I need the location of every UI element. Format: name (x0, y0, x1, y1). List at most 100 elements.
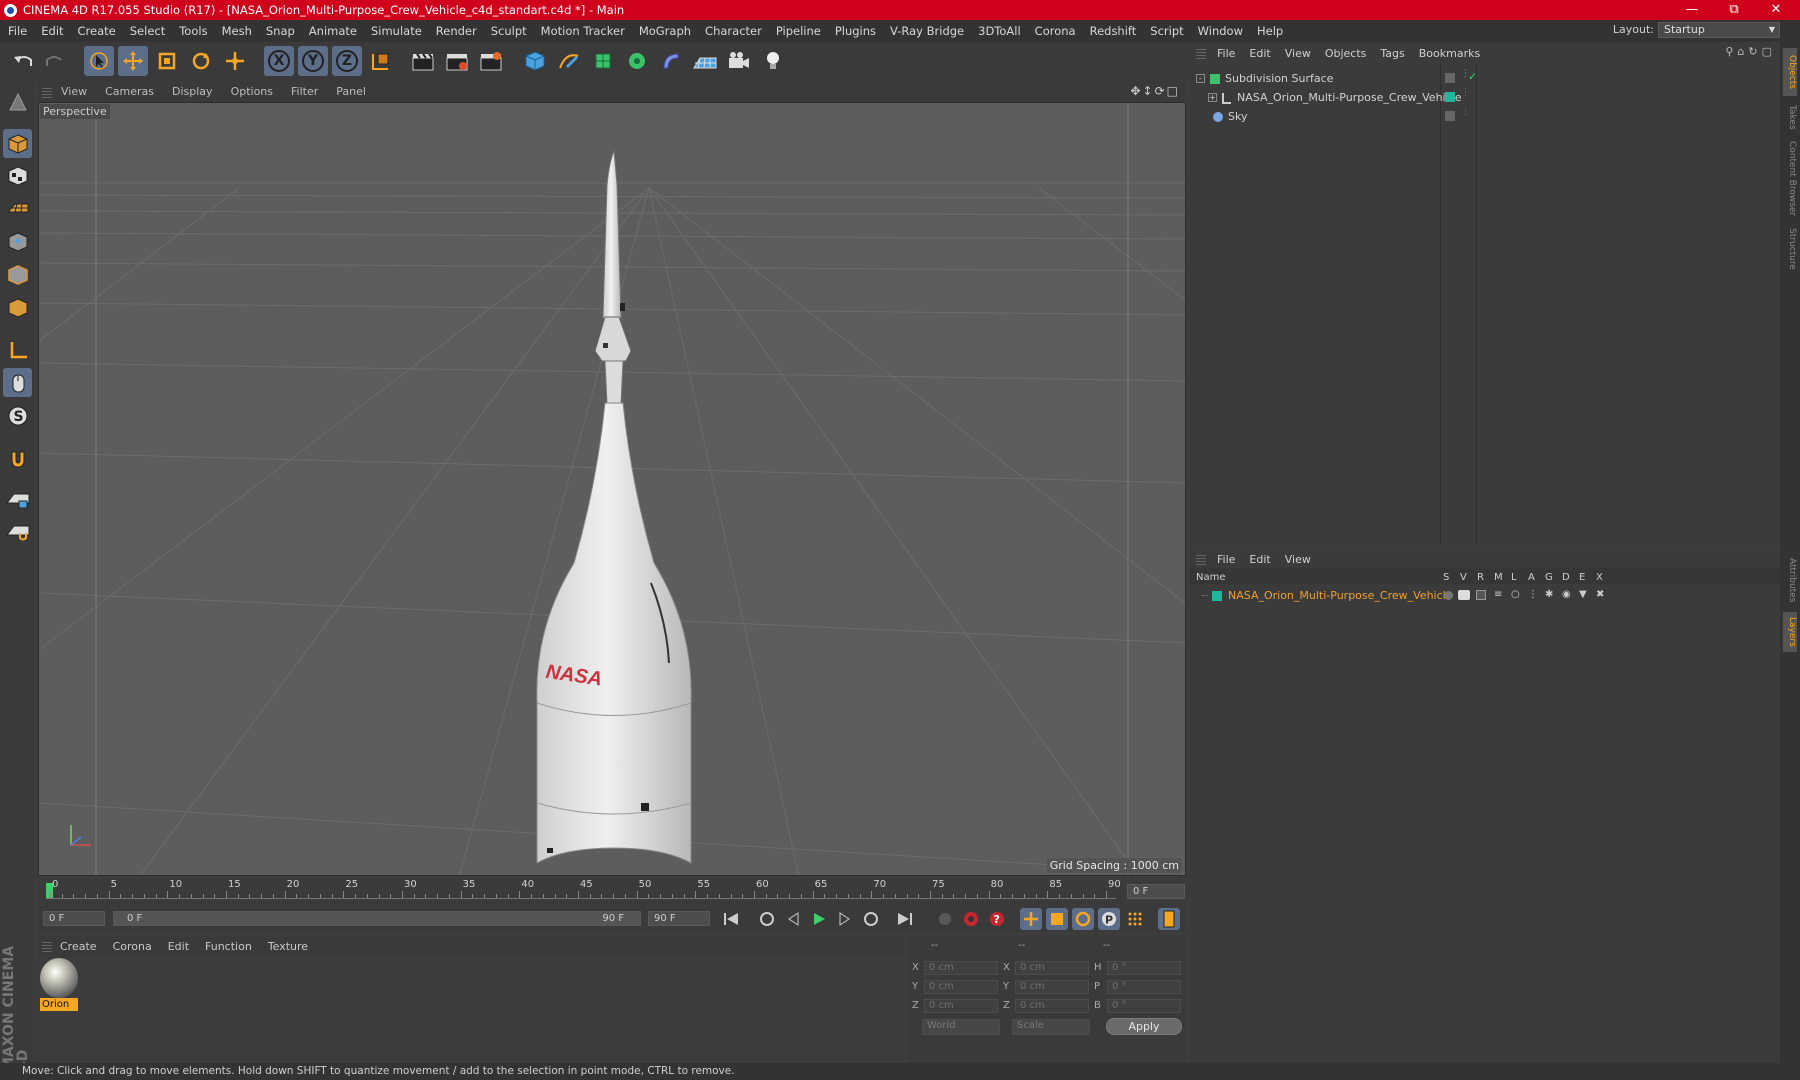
viewport-menu-display[interactable]: Display (163, 85, 222, 98)
undo-button[interactable] (8, 46, 38, 76)
previous-frame-button[interactable] (782, 908, 804, 930)
visibility-dots[interactable]: ⋮ (1461, 107, 1470, 117)
object-row-subdivision-surface[interactable]: - Subdivision Surface ⋮ ✓ (1190, 69, 1780, 88)
layer-xref-toggle[interactable]: ✖ (1596, 589, 1604, 600)
key-position-button[interactable] (1020, 908, 1042, 930)
lock-workplane-button[interactable] (3, 485, 32, 514)
render-to-picture-viewer-button[interactable] (442, 46, 472, 76)
viewport-nav-icons[interactable]: ✥↕⟳□ (1130, 84, 1180, 98)
menu-pipeline[interactable]: Pipeline (769, 24, 828, 38)
snap-toggle-button[interactable]: S (3, 401, 32, 430)
material-swatch-orion[interactable]: Orion (40, 958, 78, 1012)
play-button[interactable] (808, 908, 830, 930)
layer-col-animation[interactable]: A (1528, 572, 1535, 583)
om-menu-tags[interactable]: Tags (1373, 47, 1411, 60)
add-floor-button[interactable] (690, 46, 720, 76)
close-button[interactable]: ✕ (1756, 0, 1796, 20)
menu-corona[interactable]: Corona (1028, 24, 1083, 38)
menu-3dtoall[interactable]: 3DToAll (971, 24, 1028, 38)
menu-plugins[interactable]: Plugins (828, 24, 883, 38)
frame-range-slider[interactable]: 0 F 90 F (113, 911, 641, 926)
menu-motion-tracker[interactable]: Motion Tracker (534, 24, 632, 38)
rot-h-field[interactable]: 0 ° (1107, 961, 1181, 975)
pos-x-field[interactable]: 0 cm (924, 961, 998, 975)
go-to-start-button[interactable] (720, 908, 742, 930)
viewport-menu-view[interactable]: View (52, 85, 96, 98)
coordinate-system-button[interactable] (366, 46, 396, 76)
layer-col-xref[interactable]: X (1596, 572, 1603, 583)
om-menu-objects[interactable]: Objects (1318, 47, 1374, 60)
menu-edit[interactable]: Edit (34, 24, 70, 38)
coordinate-mode-dropdown[interactable]: World (922, 1019, 1000, 1035)
timeline-window-button[interactable] (1158, 908, 1180, 930)
layer-visible-eye-icon[interactable] (1458, 590, 1470, 600)
drag-handle-icon[interactable] (1196, 553, 1206, 565)
layout-dropdown[interactable]: Startup ▼ (1658, 22, 1780, 38)
make-editable-button[interactable] (3, 87, 32, 116)
object-row-orion[interactable]: + NASA_Orion_Multi-Purpose_Crew_Vehicle … (1190, 88, 1780, 107)
om-menu-file[interactable]: File (1210, 47, 1242, 60)
menu-tools[interactable]: Tools (172, 24, 214, 38)
layer-col-generators[interactable]: G (1545, 572, 1553, 583)
apply-button[interactable]: Apply (1106, 1018, 1182, 1035)
add-light-button[interactable] (758, 46, 788, 76)
edges-mode-button[interactable] (3, 260, 32, 289)
timeline-ruler[interactable]: 0 5 10 15 20 25 30 35 40 45 50 55 60 65 70 75 80 85 90 0 F (38, 878, 1186, 906)
layer-col-locked[interactable]: L (1511, 572, 1517, 583)
tab-takes[interactable]: Takes (1783, 100, 1797, 134)
key-pla-button[interactable] (1124, 908, 1146, 930)
layer-deformers-toggle[interactable]: ◉ (1562, 589, 1571, 600)
drag-handle-icon[interactable] (1196, 47, 1206, 59)
next-frame-button[interactable] (834, 908, 856, 930)
menu-create[interactable]: Create (71, 24, 123, 38)
scale-tool[interactable] (152, 46, 182, 76)
polygons-mode-button[interactable] (3, 293, 32, 322)
viewport-camera-label[interactable]: Perspective (40, 104, 110, 119)
menu-window[interactable]: Window (1191, 24, 1250, 38)
om-menu-view[interactable]: View (1278, 47, 1318, 60)
layer-color-chip[interactable] (1212, 590, 1222, 601)
workplane-mode-button[interactable] (3, 193, 32, 222)
layer-swatch[interactable] (1445, 111, 1455, 121)
layer-generators-toggle[interactable]: ✱ (1545, 589, 1553, 600)
points-mode-button[interactable] (3, 227, 32, 256)
texture-mode-button[interactable] (3, 161, 32, 190)
menu-help[interactable]: Help (1250, 24, 1290, 38)
tab-content-browser[interactable]: Content Browser (1783, 138, 1797, 220)
menu-animate[interactable]: Animate (302, 24, 364, 38)
menu-redshift[interactable]: Redshift (1083, 24, 1144, 38)
size-y-field[interactable]: 0 cm (1015, 980, 1089, 994)
layer-row-orion[interactable]: NASA_Orion_Multi-Purpose_Crew_Vehicle ≡ … (1190, 586, 1780, 605)
om-header-icons[interactable]: ⚲⌂↻▢ (1725, 45, 1776, 58)
record-keys-button[interactable] (934, 908, 956, 930)
viewport-menu-panel[interactable]: Panel (327, 85, 375, 98)
add-spline-pen-button[interactable] (554, 46, 584, 76)
render-settings-button[interactable] (476, 46, 506, 76)
model-mode-button[interactable] (3, 129, 32, 158)
current-frame-field[interactable]: 0 F (1127, 884, 1185, 899)
minimize-button[interactable]: — (1672, 0, 1712, 20)
layer-col-solo[interactable]: S (1443, 572, 1449, 583)
size-z-field[interactable]: 0 cm (1015, 999, 1089, 1013)
layer-manager-toggle[interactable]: ≡ (1494, 589, 1502, 600)
menu-select[interactable]: Select (123, 24, 172, 38)
viewport-menu-filter[interactable]: Filter (282, 85, 327, 98)
layer-color-chip[interactable] (1445, 92, 1455, 102)
perspective-viewport[interactable]: NASA Perspective Grid Spacing : 1000 cm (38, 102, 1186, 876)
rot-p-field[interactable]: 0 ° (1107, 980, 1181, 994)
end-frame-field[interactable]: 90 F (648, 911, 710, 926)
layer-col-manager[interactable]: M (1494, 572, 1503, 583)
key-rotation-button[interactable] (1072, 908, 1094, 930)
layer-col-deformers[interactable]: D (1562, 572, 1570, 583)
lm-menu-view[interactable]: View (1278, 553, 1318, 566)
layer-swatch[interactable] (1445, 73, 1455, 83)
lm-menu-file[interactable]: File (1210, 553, 1242, 566)
menu-render[interactable]: Render (429, 24, 484, 38)
pos-z-field[interactable]: 0 cm (924, 999, 998, 1013)
layer-expressions-toggle[interactable]: ▼ (1579, 589, 1587, 600)
layer-col-expressions[interactable]: E (1579, 572, 1585, 583)
menu-simulate[interactable]: Simulate (364, 24, 429, 38)
collapse-toggle-icon[interactable]: - (1196, 74, 1205, 83)
rotate-tool[interactable] (186, 46, 216, 76)
menu-file[interactable]: File (0, 24, 34, 38)
